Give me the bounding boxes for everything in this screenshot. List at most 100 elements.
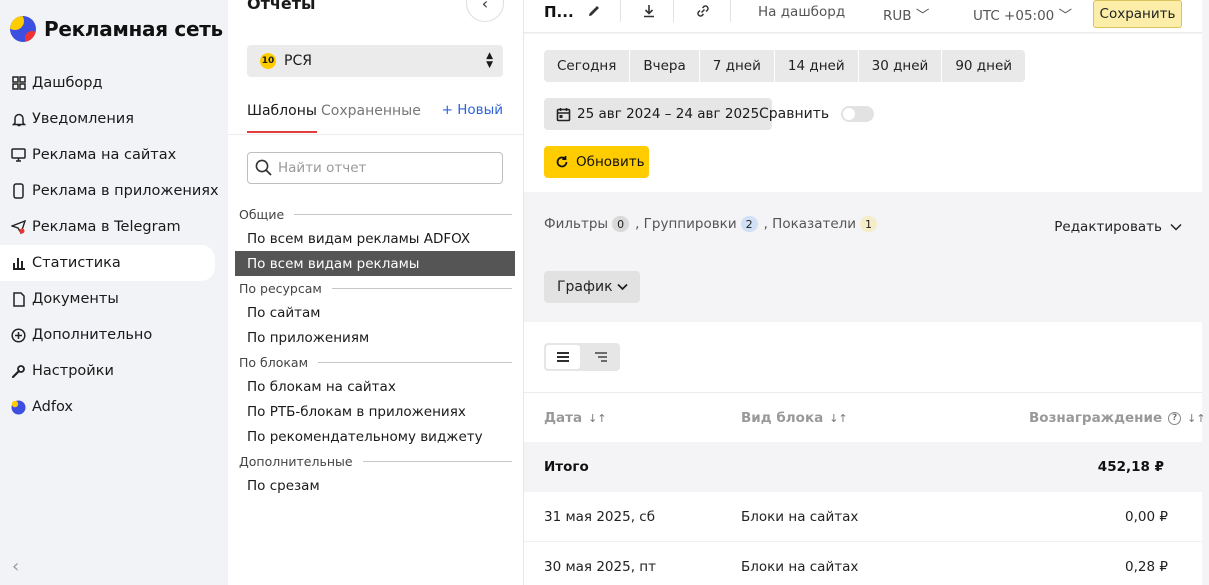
- nav-item-documents[interactable]: Документы: [0, 281, 228, 317]
- to-dashboard-button[interactable]: На дашборд: [758, 4, 845, 20]
- report-item[interactable]: По срезам: [235, 473, 515, 498]
- currency-value: RUB: [883, 8, 912, 24]
- preset-7-days[interactable]: 7 дней: [700, 50, 775, 82]
- report-item[interactable]: По всем видам рекламы ADFOX: [235, 226, 515, 251]
- brand-name: Рекламная сеть: [44, 17, 223, 41]
- table-row[interactable]: 30 мая 2025, пт Блоки на сайтах 0,28 ₽: [524, 542, 1202, 585]
- brand[interactable]: Рекламная сеть: [10, 16, 223, 42]
- filters-label: Фильтры: [544, 216, 609, 232]
- tab-saved[interactable]: Сохраненные: [321, 103, 421, 119]
- refresh-button[interactable]: Обновить: [544, 146, 649, 178]
- tree-list-icon: [595, 352, 607, 362]
- nav-item-label: Настройки: [32, 363, 114, 379]
- chevron-down-icon: [616, 283, 628, 291]
- nav-item-statistics[interactable]: Статистика: [0, 245, 215, 281]
- nav-item-label: Уведомления: [32, 111, 134, 127]
- pencil-icon[interactable]: [586, 3, 602, 19]
- row-reward: 0,00 ₽: [1125, 509, 1168, 525]
- nav-item-more[interactable]: Дополнительно: [0, 317, 228, 353]
- filters-summary[interactable]: Фильтры 0 , Группировки 2 , Показатели 1: [544, 216, 879, 232]
- report-item[interactable]: По рекомендательному виджету: [235, 424, 515, 449]
- table-row[interactable]: 31 мая 2025, сб Блоки на сайтах 0,00 ₽: [524, 492, 1202, 542]
- sort-icon: ↓↑: [829, 411, 848, 425]
- new-report-link[interactable]: + Новый: [442, 102, 503, 118]
- sort-icon: ↓↑: [588, 411, 607, 425]
- view-table-button[interactable]: [546, 345, 580, 369]
- nav-item-sites-ads[interactable]: Реклама на сайтах: [0, 137, 228, 173]
- refresh-label: Обновить: [576, 154, 645, 170]
- preset-90-days[interactable]: 90 дней: [942, 50, 1025, 82]
- nav-item-settings[interactable]: Настройки: [0, 353, 228, 389]
- calendar-icon: [556, 107, 571, 121]
- compare-label: Сравнить: [759, 106, 830, 122]
- download-icon[interactable]: [641, 3, 657, 19]
- help-icon[interactable]: ?: [1168, 411, 1182, 425]
- reports-title: Отчеты: [247, 0, 316, 13]
- link-icon[interactable]: [695, 3, 711, 19]
- reports-tabs: Шаблоны Сохраненные + Новый: [247, 102, 503, 135]
- filters-panel: Фильтры 0 , Группировки 2 , Показатели 1…: [524, 196, 1202, 254]
- view-tree-button[interactable]: [584, 345, 618, 369]
- group-heading: Общие: [235, 202, 515, 226]
- nav-collapse-chevron-icon[interactable]: ‹: [12, 556, 19, 577]
- preset-yesterday[interactable]: Вчера: [630, 50, 700, 82]
- preset-30-days[interactable]: 30 дней: [859, 50, 943, 82]
- divider: [228, 134, 524, 135]
- groupings-count-badge: 2: [740, 216, 758, 232]
- column-date[interactable]: Дата ↓↑: [544, 410, 607, 426]
- source-select[interactable]: 10 РСЯ ▲ ▼: [247, 45, 503, 77]
- report-main: П... На дашборд RUB ﹀ UTC +05:00 ﹀ Сохра…: [524, 0, 1209, 585]
- row-reward: 0,28 ₽: [1125, 559, 1168, 575]
- report-item[interactable]: По РТБ-блокам в приложениях: [235, 399, 515, 424]
- telegram-icon: [11, 219, 26, 235]
- report-item[interactable]: По блокам на сайтах: [235, 374, 515, 399]
- chevron-down-icon: ﹀: [1058, 8, 1073, 24]
- timezone-select[interactable]: UTC +05:00 ﹀: [973, 4, 1072, 24]
- source-badge: 10: [260, 53, 276, 69]
- preset-14-days[interactable]: 14 дней: [775, 50, 859, 82]
- date-range-value: 25 авг 2024 – 24 авг 2025: [577, 106, 760, 122]
- period-presets: Сегодня Вчера 7 дней 14 дней 30 дней 90 …: [544, 50, 1026, 82]
- brand-logo: [10, 16, 36, 42]
- group-title: По блокам: [239, 354, 309, 370]
- tab-templates[interactable]: Шаблоны: [247, 103, 317, 133]
- save-button[interactable]: Сохранить: [1093, 0, 1182, 28]
- column-reward[interactable]: Вознаграждение? ↓↑: [1029, 410, 1206, 426]
- nav-item-notifications[interactable]: Уведомления: [0, 101, 228, 137]
- date-range-picker[interactable]: 25 авг 2024 – 24 авг 2025: [544, 98, 773, 130]
- chart-toggle-button[interactable]: График: [544, 271, 640, 303]
- nav-item-adfox[interactable]: Adfox: [0, 389, 228, 425]
- document-icon: [11, 291, 26, 307]
- report-item[interactable]: По приложениям: [235, 325, 515, 350]
- report-search-input[interactable]: Найти отчет: [247, 152, 503, 184]
- collapse-panel-button[interactable]: ‹: [466, 0, 504, 22]
- nav-item-telegram-ads[interactable]: Реклама в Telegram: [0, 209, 228, 245]
- group-title: Дополнительные: [239, 453, 353, 469]
- wrench-icon: [11, 363, 26, 379]
- nav-list: Дашборд Уведомления Реклама на сайтах Ре…: [0, 65, 228, 425]
- view-switcher: [544, 343, 620, 371]
- report-item[interactable]: По сайтам: [235, 300, 515, 325]
- nav-item-dashboard[interactable]: Дашборд: [0, 65, 228, 101]
- column-title: Вознаграждение: [1029, 410, 1163, 426]
- report-item-active[interactable]: По всем видам рекламы: [235, 251, 515, 276]
- group-heading: Дополнительные: [235, 449, 515, 473]
- preset-today[interactable]: Сегодня: [544, 50, 631, 82]
- row-block-type: Блоки на сайтах: [741, 509, 859, 525]
- edit-settings-button[interactable]: Редактировать: [1054, 219, 1182, 235]
- report-toolbar: П... На дашборд RUB ﹀ UTC +05:00 ﹀ Сохра…: [524, 0, 1202, 33]
- currency-select[interactable]: RUB ﹀: [883, 4, 929, 24]
- column-block-type[interactable]: Вид блока ↓↑: [741, 410, 848, 426]
- compare-control[interactable]: Сравнить: [759, 106, 875, 122]
- source-select-value: РСЯ: [284, 53, 312, 69]
- left-navigation: Рекламная сеть Дашборд Уведомления Рекла…: [0, 0, 228, 585]
- nav-item-label: Документы: [32, 291, 119, 307]
- nav-item-apps-ads[interactable]: Реклама в приложениях: [0, 173, 228, 209]
- report-groups: Общие По всем видам рекламы ADFOX По все…: [235, 202, 515, 498]
- group-title: Общие: [239, 206, 285, 222]
- compare-toggle[interactable]: [841, 106, 875, 122]
- group-title: По ресурсам: [239, 280, 322, 296]
- column-title: Дата: [544, 410, 583, 426]
- report-name[interactable]: П...: [544, 3, 574, 21]
- timezone-value: UTC +05:00: [973, 8, 1055, 24]
